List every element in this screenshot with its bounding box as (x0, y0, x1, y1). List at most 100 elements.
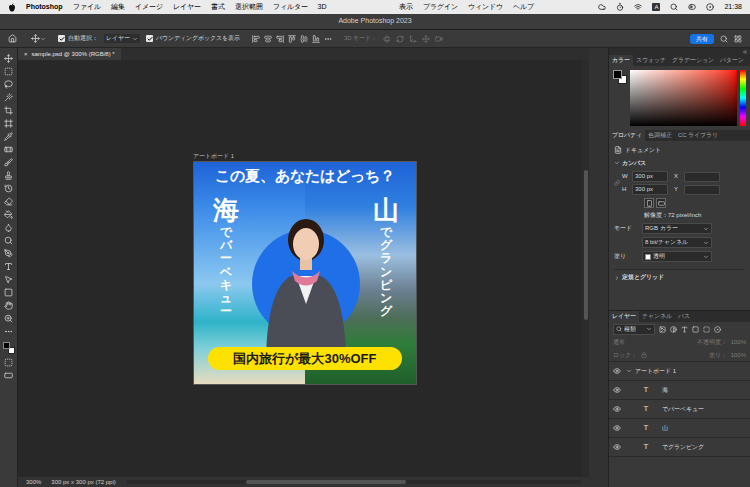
magic-wand-icon[interactable] (4, 93, 13, 102)
clock[interactable]: 21:38 (724, 2, 742, 13)
menu-item[interactable]: 表示 (399, 2, 413, 13)
chevron-down-icon[interactable] (40, 36, 46, 42)
align-middle-icon[interactable] (300, 35, 308, 43)
properties-panel-tab[interactable]: 色調補正 (645, 130, 675, 141)
auto-select-checkbox[interactable] (58, 35, 65, 42)
apple-logo-icon[interactable] (8, 3, 16, 12)
canvas-fill-dropdown[interactable]: 透明 (642, 251, 712, 262)
collapse-panels-icon[interactable] (742, 49, 748, 55)
move-icon[interactable] (4, 54, 13, 63)
close-tab-button[interactable]: × (24, 50, 28, 59)
visibility-eye-icon[interactable] (613, 405, 621, 413)
horizontal-scrollbar[interactable] (126, 480, 581, 484)
visibility-eye-icon[interactable] (613, 443, 621, 451)
layer-filter-dropdown[interactable]: 種類 (613, 324, 655, 335)
pen-icon[interactable] (4, 249, 13, 258)
menu-item[interactable]: ウィンドウ (468, 2, 503, 13)
document-tab[interactable]: ×sample.psd @ 300% (RGB/8) * (18, 48, 121, 60)
lock-icon[interactable] (641, 352, 647, 358)
color-panel-tab[interactable]: スウォッチ (633, 55, 669, 66)
align-right-icon[interactable] (276, 35, 284, 43)
artboard-banner[interactable]: この夏、あなたはどっち？海でバーベキュー山でグランピング国内旅行が最大30%OF… (193, 161, 417, 385)
filter-toggle-icon[interactable] (714, 326, 721, 333)
layer-name[interactable]: でグランピング (662, 443, 704, 452)
screen-mode-icon[interactable] (4, 371, 13, 380)
opacity-value[interactable]: 100% (731, 338, 746, 347)
menu-item[interactable]: 3D (318, 2, 327, 13)
color-swatches-icon[interactable] (3, 342, 15, 354)
visibility-eye-icon[interactable] (613, 424, 621, 432)
blur-icon[interactable] (4, 223, 13, 232)
rulers-section-header[interactable]: 定規とグリッド (614, 269, 745, 282)
edit-toolbar-icon[interactable] (4, 327, 13, 336)
zoom-icon[interactable] (4, 314, 13, 323)
wifi-icon[interactable] (634, 3, 642, 11)
align-center-icon[interactable] (264, 35, 272, 43)
move-tool-icon[interactable] (31, 34, 40, 43)
menu-item[interactable]: ファイル (73, 2, 101, 13)
size-field[interactable]: 300 px (632, 184, 668, 195)
marquee-icon[interactable] (4, 67, 13, 76)
lasso-icon[interactable] (4, 80, 13, 89)
frame-icon[interactable] (4, 119, 13, 128)
shape-filter-icon[interactable] (692, 326, 699, 333)
rectangle-icon[interactable] (4, 288, 13, 297)
chevron-down-icon[interactable] (626, 368, 632, 374)
layer-row[interactable]: Tでバーベキュー (609, 400, 750, 419)
dodge-icon[interactable] (4, 236, 13, 245)
portrait-button[interactable] (644, 198, 654, 208)
menu-item[interactable]: 編集 (111, 2, 125, 13)
type-tool-icon[interactable] (4, 262, 13, 271)
menu-item[interactable]: フィルター (273, 2, 308, 13)
siri-icon[interactable] (706, 3, 714, 11)
eraser-icon[interactable] (4, 197, 13, 206)
layers-panel-tab[interactable]: パス (675, 311, 693, 322)
menu-item[interactable]: 書式 (211, 2, 225, 13)
properties-panel-tab[interactable]: CC ライブラリ (675, 130, 721, 141)
canvas-section-header[interactable]: カンバス (614, 158, 745, 168)
landscape-button[interactable] (656, 198, 666, 208)
menu-item[interactable]: ヘルプ (513, 2, 534, 13)
color-mode-dropdown[interactable]: RGB カラー (642, 223, 712, 234)
share-button[interactable]: 共有 (690, 34, 714, 44)
menu-item[interactable]: レイヤー (173, 2, 201, 13)
auto-select-label[interactable]: 自動選択： (68, 34, 98, 43)
quick-mask-icon[interactable] (4, 358, 13, 367)
healing-brush-icon[interactable] (4, 145, 13, 154)
fill-value[interactable]: 100% (731, 351, 746, 360)
pixel-filter-icon[interactable] (659, 326, 666, 333)
align-bottom-icon[interactable] (312, 35, 320, 43)
offset-field[interactable] (684, 172, 720, 182)
smart-object-filter-icon[interactable] (703, 326, 710, 333)
hue-slider[interactable] (740, 70, 746, 126)
canvas[interactable]: アートボード 1この夏、あなたはどっち？海でバーベキュー山でグランピング国内旅行… (18, 60, 582, 477)
search-icon[interactable] (720, 35, 728, 43)
color-panel-tab[interactable]: グラデーション (669, 55, 717, 66)
layer-row[interactable]: Tでグランピング (609, 438, 750, 457)
artboard-label[interactable]: アートボード 1 (193, 153, 582, 160)
input-method-indicator[interactable]: A (652, 3, 660, 11)
layer-name[interactable]: 山 (662, 424, 668, 433)
bounding-box-label[interactable]: バウンディングボックスを表示 (156, 34, 240, 43)
path-selection-icon[interactable] (4, 275, 13, 284)
control-center-icon[interactable] (688, 3, 696, 11)
zoom-level[interactable]: 300% (26, 478, 41, 487)
layers-panel-tab[interactable]: レイヤー (609, 311, 639, 322)
app-menu[interactable]: Photoshop (26, 2, 63, 13)
properties-panel-tab[interactable]: プロパティ (609, 130, 645, 141)
adjustment-filter-icon[interactable] (670, 326, 677, 333)
vertical-scrollbar[interactable] (582, 60, 589, 477)
size-field[interactable]: 300 px (632, 171, 668, 182)
layer-row[interactable]: アートボード 1 (609, 362, 750, 381)
align-left-icon[interactable] (252, 35, 260, 43)
bounding-box-checkbox[interactable] (146, 35, 153, 42)
more-icon[interactable] (324, 35, 332, 43)
history-brush-icon[interactable] (4, 184, 13, 193)
clone-stamp-icon[interactable] (4, 171, 13, 180)
align-top-icon[interactable] (288, 35, 296, 43)
timer-icon[interactable] (616, 3, 624, 11)
eyedropper-icon[interactable] (4, 132, 13, 141)
visibility-eye-icon[interactable] (613, 367, 621, 375)
bit-depth-dropdown[interactable]: 8 bit/チャンネル (642, 237, 712, 248)
menu-item[interactable]: プラグイン (423, 2, 458, 13)
